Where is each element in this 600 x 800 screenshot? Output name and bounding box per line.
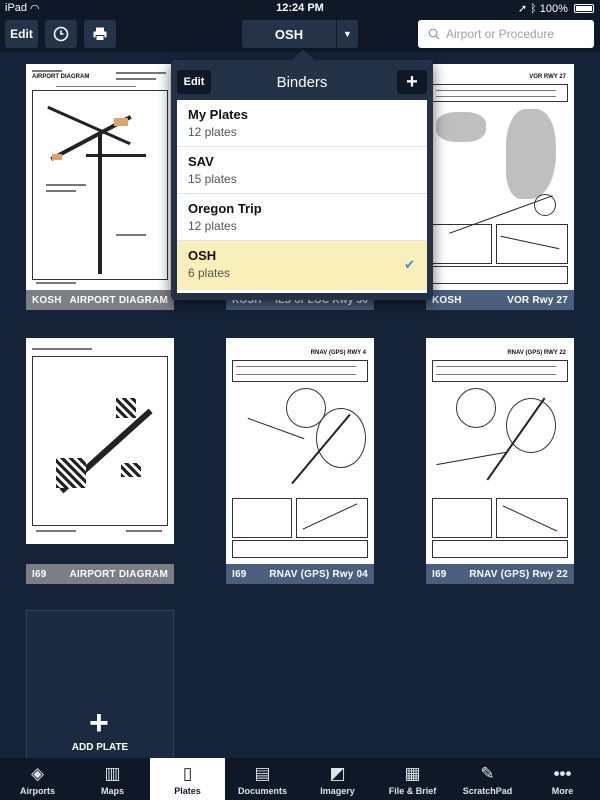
edit-button[interactable]: Edit bbox=[5, 20, 38, 48]
plate-name: RNAV (GPS) Rwy 04 bbox=[269, 568, 368, 580]
print-button[interactable] bbox=[84, 20, 116, 48]
binder-count: 6 plates bbox=[188, 266, 231, 280]
tab-scratchpad[interactable]: ✎ ScratchPad bbox=[450, 758, 525, 800]
plate-thumbnail: VOR RWY 27 bbox=[426, 64, 574, 290]
plate-airport: I69 bbox=[32, 568, 47, 580]
plate-name: RNAV (GPS) Rwy 22 bbox=[469, 568, 568, 580]
clock-icon bbox=[53, 26, 69, 42]
battery-level: 100% bbox=[539, 3, 568, 15]
plate-label: I69 AIRPORT DIAGRAM bbox=[26, 564, 174, 584]
plate-name: AIRPORT DIAGRAM bbox=[69, 294, 168, 306]
clipboard-icon: ▦ bbox=[404, 764, 421, 783]
plate-name: VOR Rwy 27 bbox=[507, 294, 568, 306]
compass-icon: ◈ bbox=[30, 764, 45, 783]
location-icon: ➚ bbox=[517, 3, 528, 15]
tab-label: Documents bbox=[237, 786, 287, 796]
binder-name: Oregon Trip bbox=[188, 201, 262, 216]
plate-card[interactable]: AIRPORT DIAGRAM KOSH AIRPORT DIAGRAM bbox=[26, 64, 174, 310]
binders-list: My Plates 12 plates SAV 15 plates Oregon… bbox=[177, 100, 427, 293]
plate-thumbnail: RNAV (GPS) RWY 22 bbox=[426, 338, 574, 564]
binder-count: 12 plates bbox=[188, 125, 237, 139]
tab-label: Imagery bbox=[320, 786, 355, 796]
tab-plates[interactable]: ▯ Plates bbox=[150, 758, 225, 800]
plate-airport: KOSH bbox=[32, 294, 62, 306]
binder-name: SAV bbox=[188, 154, 214, 169]
history-button[interactable] bbox=[45, 20, 77, 48]
search-placeholder: Airport or Procedure bbox=[446, 27, 555, 41]
plate-thumbnail: AIRPORT DIAGRAM bbox=[26, 64, 174, 290]
tab-label: More bbox=[551, 786, 574, 796]
plate-label: KOSH AIRPORT DIAGRAM bbox=[26, 290, 174, 310]
plate-thumbnail bbox=[26, 338, 174, 544]
bluetooth-icon: ᛒ bbox=[530, 3, 537, 15]
plate-card[interactable]: I69 AIRPORT DIAGRAM bbox=[26, 338, 174, 584]
status-bar: iPad ◠ 12:24 PM ➚ ᛒ 100% bbox=[0, 0, 600, 16]
pen-icon: ✎ bbox=[480, 764, 495, 783]
binder-item-osh[interactable]: OSH 6 plates ✔ bbox=[177, 241, 427, 290]
add-plate-button[interactable]: + ADD PLATE bbox=[26, 610, 174, 760]
top-toolbar: Edit OSH ▼ Airport or Procedure bbox=[0, 16, 600, 52]
checkmark-icon: ✔ bbox=[404, 257, 415, 272]
imagery-icon: ◩ bbox=[329, 764, 346, 783]
plus-icon: + bbox=[406, 71, 418, 93]
plate-card[interactable]: RNAV (GPS) RWY 22 I69 RNAV (GPS) Rwy 22 bbox=[426, 338, 574, 584]
search-input[interactable]: Airport or Procedure bbox=[418, 20, 594, 48]
tab-label: ScratchPad bbox=[462, 786, 513, 796]
search-icon bbox=[428, 28, 440, 40]
add-plate-label: ADD PLATE bbox=[71, 742, 129, 753]
binder-count: 12 plates bbox=[188, 219, 237, 233]
plate-airport: KOSH bbox=[432, 294, 462, 306]
clock-time: 12:24 PM bbox=[276, 2, 324, 14]
tab-imagery[interactable]: ◩ Imagery bbox=[300, 758, 375, 800]
tab-documents[interactable]: ▤ Documents bbox=[225, 758, 300, 800]
tab-more[interactable]: ••• More bbox=[525, 758, 600, 800]
documents-icon: ▤ bbox=[254, 764, 271, 783]
binder-name: My Plates bbox=[188, 107, 248, 122]
tab-label: File & Brief bbox=[388, 786, 437, 796]
binder-dropdown-button[interactable]: ▼ bbox=[337, 20, 358, 48]
plate-icon: ▯ bbox=[182, 764, 193, 783]
tab-airports[interactable]: ◈ Airports bbox=[0, 758, 75, 800]
plate-label: I69 RNAV (GPS) Rwy 22 bbox=[426, 564, 574, 584]
status-right: ➚ ᛒ 100% bbox=[518, 2, 594, 15]
map-icon: ▥ bbox=[104, 764, 121, 783]
tab-label: Maps bbox=[100, 786, 124, 796]
tab-label: Plates bbox=[174, 786, 201, 796]
battery-icon bbox=[574, 4, 594, 13]
plate-card[interactable]: RNAV (GPS) RWY 4 I69 RNAV (GPS) Rwy 04 bbox=[226, 338, 374, 584]
plate-card[interactable]: VOR RWY 27 KOSH VOR Rwy 27 bbox=[426, 64, 574, 310]
printer-icon bbox=[93, 27, 107, 41]
tab-file-brief[interactable]: ▦ File & Brief bbox=[375, 758, 450, 800]
plate-label: KOSH VOR Rwy 27 bbox=[426, 290, 574, 310]
plate-thumbnail: RNAV (GPS) RWY 4 bbox=[226, 338, 374, 564]
binder-item-my-plates[interactable]: My Plates 12 plates bbox=[177, 100, 427, 147]
popover-arrow bbox=[291, 50, 315, 60]
binder-item-sav[interactable]: SAV 15 plates bbox=[177, 147, 427, 194]
binder-item-oregon-trip[interactable]: Oregon Trip 12 plates bbox=[177, 194, 427, 241]
binder-count: 15 plates bbox=[188, 172, 237, 186]
plate-airport: I69 bbox=[432, 568, 447, 580]
plate-airport: I69 bbox=[232, 568, 247, 580]
caret-down-icon: ▼ bbox=[343, 29, 352, 39]
more-icon: ••• bbox=[553, 764, 572, 783]
binder-name: OSH bbox=[188, 248, 217, 263]
binders-title: Binders bbox=[276, 74, 328, 91]
add-binder-button[interactable]: + bbox=[397, 70, 427, 94]
plate-name: AIRPORT DIAGRAM bbox=[69, 568, 168, 580]
plus-icon: + bbox=[89, 704, 109, 742]
binders-popover: Edit Binders + My Plates 12 plates SAV 1… bbox=[171, 50, 433, 300]
plate-label: I69 RNAV (GPS) Rwy 04 bbox=[226, 564, 374, 584]
bottom-tab-bar: ◈ Airports ▥ Maps ▯ Plates ▤ Documents ◩… bbox=[0, 758, 600, 800]
tab-maps[interactable]: ▥ Maps bbox=[75, 758, 150, 800]
tab-label: Airports bbox=[19, 786, 55, 796]
binder-selector-button[interactable]: OSH bbox=[242, 20, 336, 48]
